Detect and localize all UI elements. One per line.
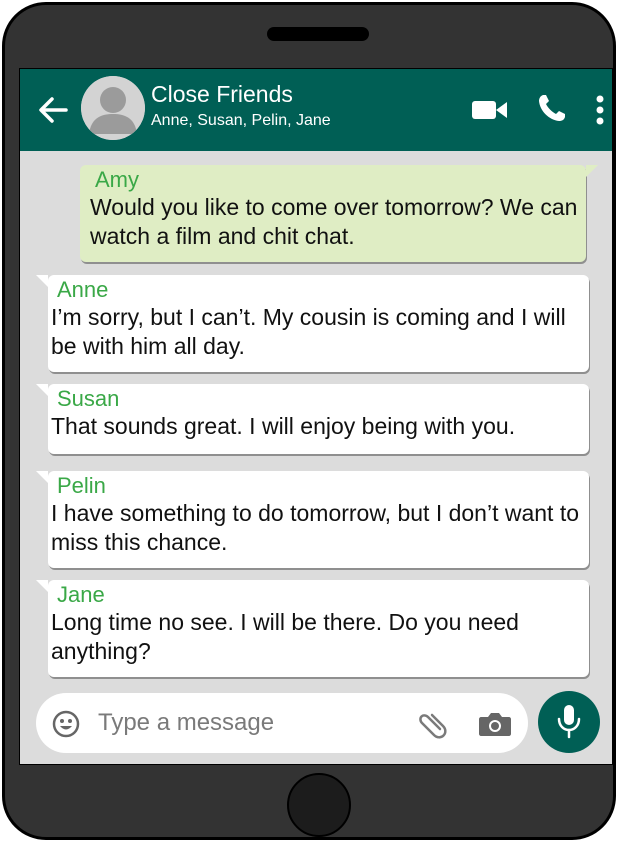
- phone-speaker: [267, 27, 369, 41]
- emoji-icon[interactable]: [52, 710, 80, 738]
- message-sender: Susan: [57, 386, 120, 411]
- microphone-icon: [557, 705, 581, 739]
- camera-icon[interactable]: [478, 711, 512, 737]
- chat-screen: Close Friends Anne, Susan, Pelin, Jane A…: [19, 68, 613, 765]
- arrow-left-icon[interactable]: [36, 93, 70, 127]
- voice-record-button[interactable]: [538, 691, 600, 753]
- home-button[interactable]: [287, 773, 351, 837]
- bubble-tail: [36, 384, 48, 396]
- message-composer: [36, 693, 528, 753]
- message-text: Long time no see. I will be there. Do yo…: [51, 609, 519, 664]
- chat-header: Close Friends Anne, Susan, Pelin, Jane: [20, 69, 612, 151]
- message-sender: Amy: [95, 167, 139, 192]
- message-sender: Jane: [57, 582, 105, 607]
- video-call-icon[interactable]: [472, 99, 508, 121]
- group-avatar[interactable]: [81, 76, 145, 140]
- bubble-tail: [36, 275, 48, 287]
- phone-call-icon[interactable]: [537, 93, 567, 123]
- message-sender: Pelin: [57, 473, 106, 498]
- message-text: That sounds great. I will enjoy being wi…: [51, 413, 516, 439]
- message-bubble-outgoing[interactable]: Amy Would you like to come over tomorrow…: [80, 165, 598, 262]
- message-bubble-incoming[interactable]: Jane Long time no see. I will be there. …: [36, 580, 589, 677]
- chat-title[interactable]: Close Friends: [151, 81, 293, 107]
- message-text: Would you like to come over tomorrow? We…: [90, 194, 578, 249]
- message-text: I’m sorry, but I can’t. My cousin is com…: [51, 304, 566, 359]
- person-silhouette-icon: [81, 76, 145, 140]
- bubble-tail: [36, 580, 48, 592]
- message-bubble-incoming[interactable]: Pelin I have something to do tomorrow, b…: [36, 471, 589, 568]
- bubble-tail: [586, 165, 598, 177]
- paperclip-icon[interactable]: [416, 707, 448, 739]
- message-text: I have something to do tomorrow, but I d…: [51, 500, 580, 555]
- message-bubble-incoming[interactable]: Susan That sounds great. I will enjoy be…: [36, 384, 589, 454]
- chat-participants[interactable]: Anne, Susan, Pelin, Jane: [151, 111, 331, 131]
- bubble-tail: [36, 471, 48, 483]
- message-input[interactable]: [98, 705, 398, 741]
- message-sender: Anne: [57, 277, 109, 302]
- phone-frame: Close Friends Anne, Susan, Pelin, Jane A…: [2, 2, 616, 840]
- more-menu-icon[interactable]: [596, 95, 604, 125]
- message-bubble-incoming[interactable]: Anne I’m sorry, but I can’t. My cousin i…: [36, 275, 589, 372]
